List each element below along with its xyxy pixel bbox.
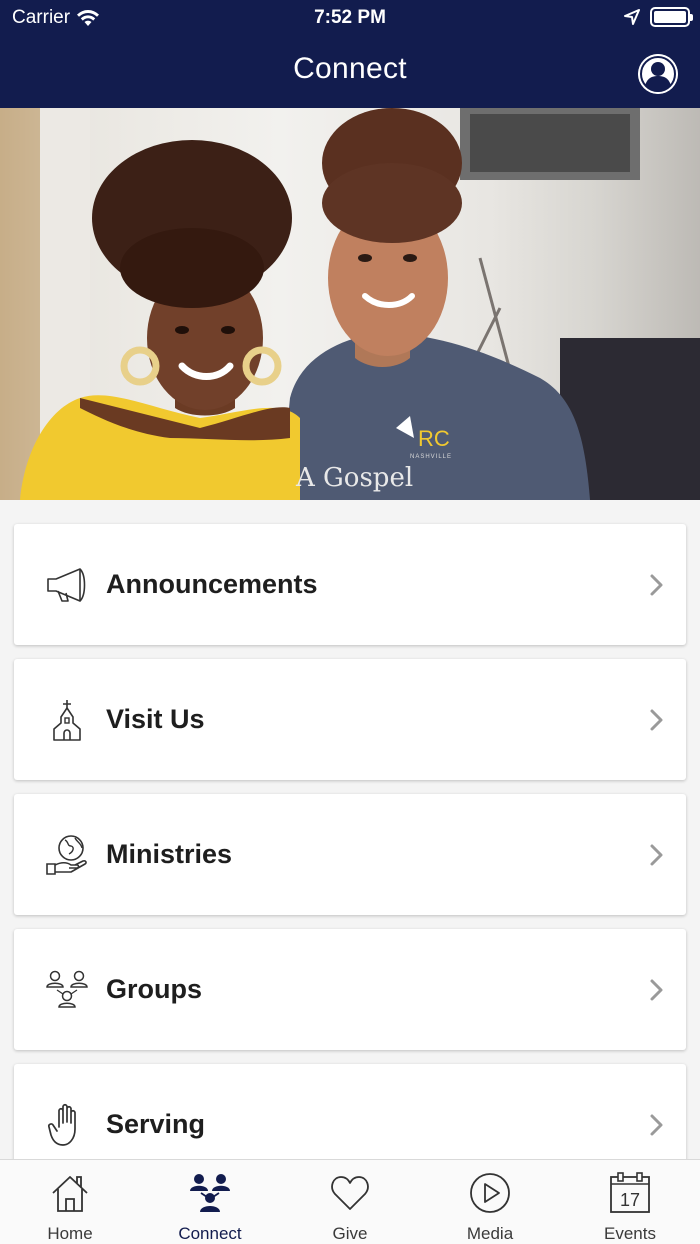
tab-label: Home <box>47 1224 93 1243</box>
tab-label: Events <box>604 1224 656 1243</box>
top-bar: Carrier 7:52 PM Connect <box>0 0 700 108</box>
menu-item-groups[interactable]: Groups <box>14 929 686 1050</box>
shirt-text: A Gospel <box>295 463 413 493</box>
megaphone-icon <box>40 558 94 612</box>
calendar-icon: 17 <box>608 1170 652 1216</box>
tab-label: Connect <box>178 1224 242 1243</box>
user-icon <box>638 54 678 94</box>
menu-item-label: Serving <box>106 1109 206 1139</box>
chevron-right-icon <box>650 844 663 865</box>
connect-icon <box>188 1170 232 1216</box>
hero-photo: RC NASHVILLE A Gospel <box>0 108 700 500</box>
church-icon <box>40 693 94 747</box>
menu-item-ministries[interactable]: Ministries <box>14 794 686 915</box>
profile-button[interactable] <box>638 54 678 94</box>
menu-item-visit-us[interactable]: Visit Us <box>14 659 686 780</box>
menu-item-label: Visit Us <box>106 704 205 734</box>
shirt-logo-subtext: NASHVILLE <box>410 454 452 460</box>
chevron-right-icon <box>650 574 663 595</box>
calendar-date: 17 <box>620 1190 640 1210</box>
menu-item-announcements[interactable]: Announcements <box>14 524 686 645</box>
tab-media[interactable]: Media <box>420 1160 560 1244</box>
status-right <box>624 7 693 27</box>
page-title: Connect <box>293 52 407 85</box>
play-icon <box>468 1170 512 1216</box>
hero-image: RC NASHVILLE A Gospel <box>0 108 700 500</box>
chevron-right-icon <box>650 979 663 1000</box>
tab-give[interactable]: Give <box>280 1160 420 1244</box>
globe-hand-icon <box>40 828 94 882</box>
tab-home[interactable]: Home <box>0 1160 140 1244</box>
raised-hand-icon <box>40 1098 94 1152</box>
home-icon <box>48 1170 92 1216</box>
heart-icon <box>328 1170 372 1216</box>
menu-item-label: Announcements <box>106 569 318 599</box>
tab-label: Give <box>332 1224 368 1243</box>
groups-icon <box>40 963 94 1017</box>
tab-events[interactable]: 17 Events <box>560 1160 700 1244</box>
menu-item-label: Ministries <box>106 839 233 869</box>
tab-bar: Home Connect Give Media 17 Events <box>0 1159 700 1244</box>
location-arrow-icon <box>624 9 640 25</box>
menu-item-label: Groups <box>106 974 203 1004</box>
battery-icon <box>650 7 693 27</box>
tab-connect[interactable]: Connect <box>140 1160 280 1244</box>
chevron-right-icon <box>650 1114 663 1135</box>
shirt-logo: RC <box>418 426 450 451</box>
status-bar: Carrier 7:52 PM <box>0 0 700 36</box>
clock: 7:52 PM <box>314 7 386 28</box>
tab-label: Media <box>466 1224 514 1243</box>
chevron-right-icon <box>650 709 663 730</box>
